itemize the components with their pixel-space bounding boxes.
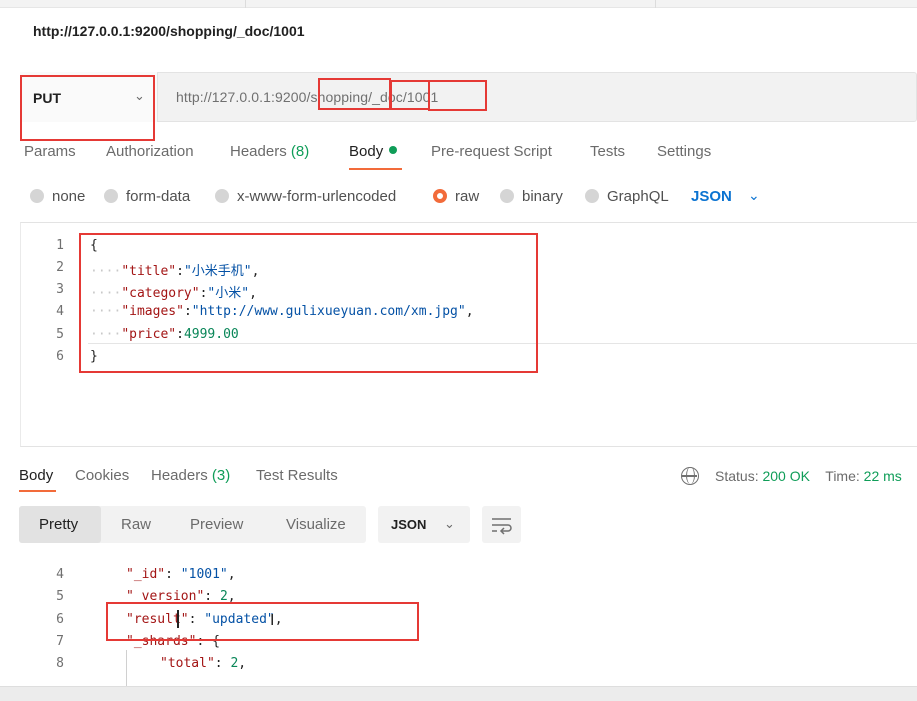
- radio-circle-icon: [215, 189, 229, 203]
- chevron-down-icon[interactable]: ⌄: [748, 187, 760, 204]
- wrap-lines-icon: [492, 518, 512, 535]
- response-tab-headers[interactable]: Headers (3): [151, 467, 230, 484]
- radio-x-www-form-urlencoded[interactable]: x-www-form-urlencoded: [215, 188, 396, 205]
- indent-guide: [126, 650, 127, 686]
- headers-count-badge: (8): [290, 143, 310, 160]
- tab-body[interactable]: Body: [349, 143, 398, 160]
- response-tab-headers-label: Headers: [151, 467, 208, 484]
- bottom-bar: [0, 686, 917, 701]
- line-number: 4: [56, 304, 64, 319]
- request-title: http://127.0.0.1:9200/shopping/_doc/1001: [33, 23, 305, 39]
- modified-dot-icon: [389, 146, 398, 154]
- highlight-box-id: [428, 80, 487, 111]
- line-number: 7: [56, 634, 64, 649]
- status-label: Status:: [715, 468, 759, 484]
- line-number: 6: [56, 349, 64, 364]
- wrap-lines-button[interactable]: [482, 506, 521, 543]
- response-tabs: Body Cookies Headers (3) Test Results: [19, 467, 359, 487]
- browser-tab-strip: [0, 0, 917, 8]
- time-label: Time:: [825, 468, 860, 484]
- tab-headers-label: Headers: [230, 143, 287, 160]
- line-number: 8: [56, 656, 64, 671]
- line-number: 5: [56, 327, 64, 342]
- active-response-tab-underline: [19, 490, 56, 492]
- view-pretty-button[interactable]: Pretty: [39, 516, 78, 533]
- tab-pre-request-script[interactable]: Pre-request Script: [431, 143, 552, 160]
- json-string: "1001": [180, 567, 228, 582]
- response-headers-count-badge: (3): [211, 467, 231, 484]
- highlight-box-method: [20, 75, 155, 141]
- tab-settings[interactable]: Settings: [657, 143, 711, 160]
- time-value[interactable]: 22 ms: [864, 468, 902, 484]
- body-format-select[interactable]: JSON: [691, 188, 732, 205]
- line-number: 2: [56, 260, 64, 275]
- radio-circle-icon: [585, 189, 599, 203]
- radio-label: x-www-form-urlencoded: [237, 188, 397, 205]
- body-type-options: none form-data x-www-form-urlencoded raw…: [30, 188, 690, 208]
- response-status: Status: 200 OK Time: 22 ms: [715, 468, 902, 484]
- tab-params[interactable]: Params: [24, 143, 76, 160]
- highlight-box-body: [79, 233, 538, 373]
- radio-label: raw: [455, 188, 480, 205]
- line-number: 6: [56, 612, 64, 627]
- view-raw-button[interactable]: Raw: [121, 516, 151, 533]
- radio-circle-icon: [104, 189, 118, 203]
- line-number: 4: [56, 567, 64, 582]
- active-tab-underline: [349, 168, 402, 170]
- tab-tests[interactable]: Tests: [590, 143, 625, 160]
- radio-binary[interactable]: binary: [500, 188, 563, 205]
- json-key: "_id": [126, 567, 166, 582]
- tab-headers[interactable]: Headers (8): [230, 143, 309, 160]
- request-tabs: Params Authorization Headers (8) Body Pr…: [24, 143, 744, 163]
- code-punct: ,: [238, 656, 247, 671]
- chevron-down-icon[interactable]: ⌄: [444, 516, 455, 532]
- status-value[interactable]: 200 OK: [762, 468, 809, 484]
- json-key: "total": [160, 656, 215, 671]
- radio-form-data[interactable]: form-data: [104, 188, 190, 205]
- line-number: 5: [56, 589, 64, 604]
- response-tab-test-results[interactable]: Test Results: [256, 467, 338, 484]
- radio-selected-icon: [433, 189, 447, 203]
- tab-segment: [246, 0, 656, 8]
- radio-label: form-data: [126, 188, 191, 205]
- response-line: "total": 2,: [160, 656, 247, 671]
- radio-label: none: [52, 188, 86, 205]
- code-punct: ,: [227, 567, 236, 582]
- response-format-label[interactable]: JSON: [391, 517, 426, 532]
- highlight-box-index: [318, 78, 391, 110]
- view-preview-button[interactable]: Preview: [190, 516, 243, 533]
- response-tab-cookies[interactable]: Cookies: [75, 467, 129, 484]
- response-tab-body[interactable]: Body: [19, 467, 53, 484]
- line-number: 3: [56, 282, 64, 297]
- highlight-box-result: [106, 602, 419, 641]
- radio-raw[interactable]: raw: [433, 188, 479, 205]
- response-line: "_id": "1001",: [126, 567, 236, 582]
- tab-body-label: Body: [349, 143, 384, 160]
- radio-label: GraphQL: [607, 188, 669, 205]
- highlight-box-doc: [390, 80, 430, 110]
- radio-label: binary: [522, 188, 563, 205]
- tab-authorization[interactable]: Authorization: [106, 143, 194, 160]
- line-number: 1: [56, 238, 64, 253]
- tab-segment: [0, 0, 246, 8]
- radio-graphql[interactable]: GraphQL: [585, 188, 669, 205]
- globe-icon[interactable]: [681, 467, 699, 485]
- radio-circle-icon: [30, 189, 44, 203]
- view-visualize-button[interactable]: Visualize: [286, 516, 346, 533]
- radio-none[interactable]: none: [30, 188, 85, 205]
- radio-circle-icon: [500, 189, 514, 203]
